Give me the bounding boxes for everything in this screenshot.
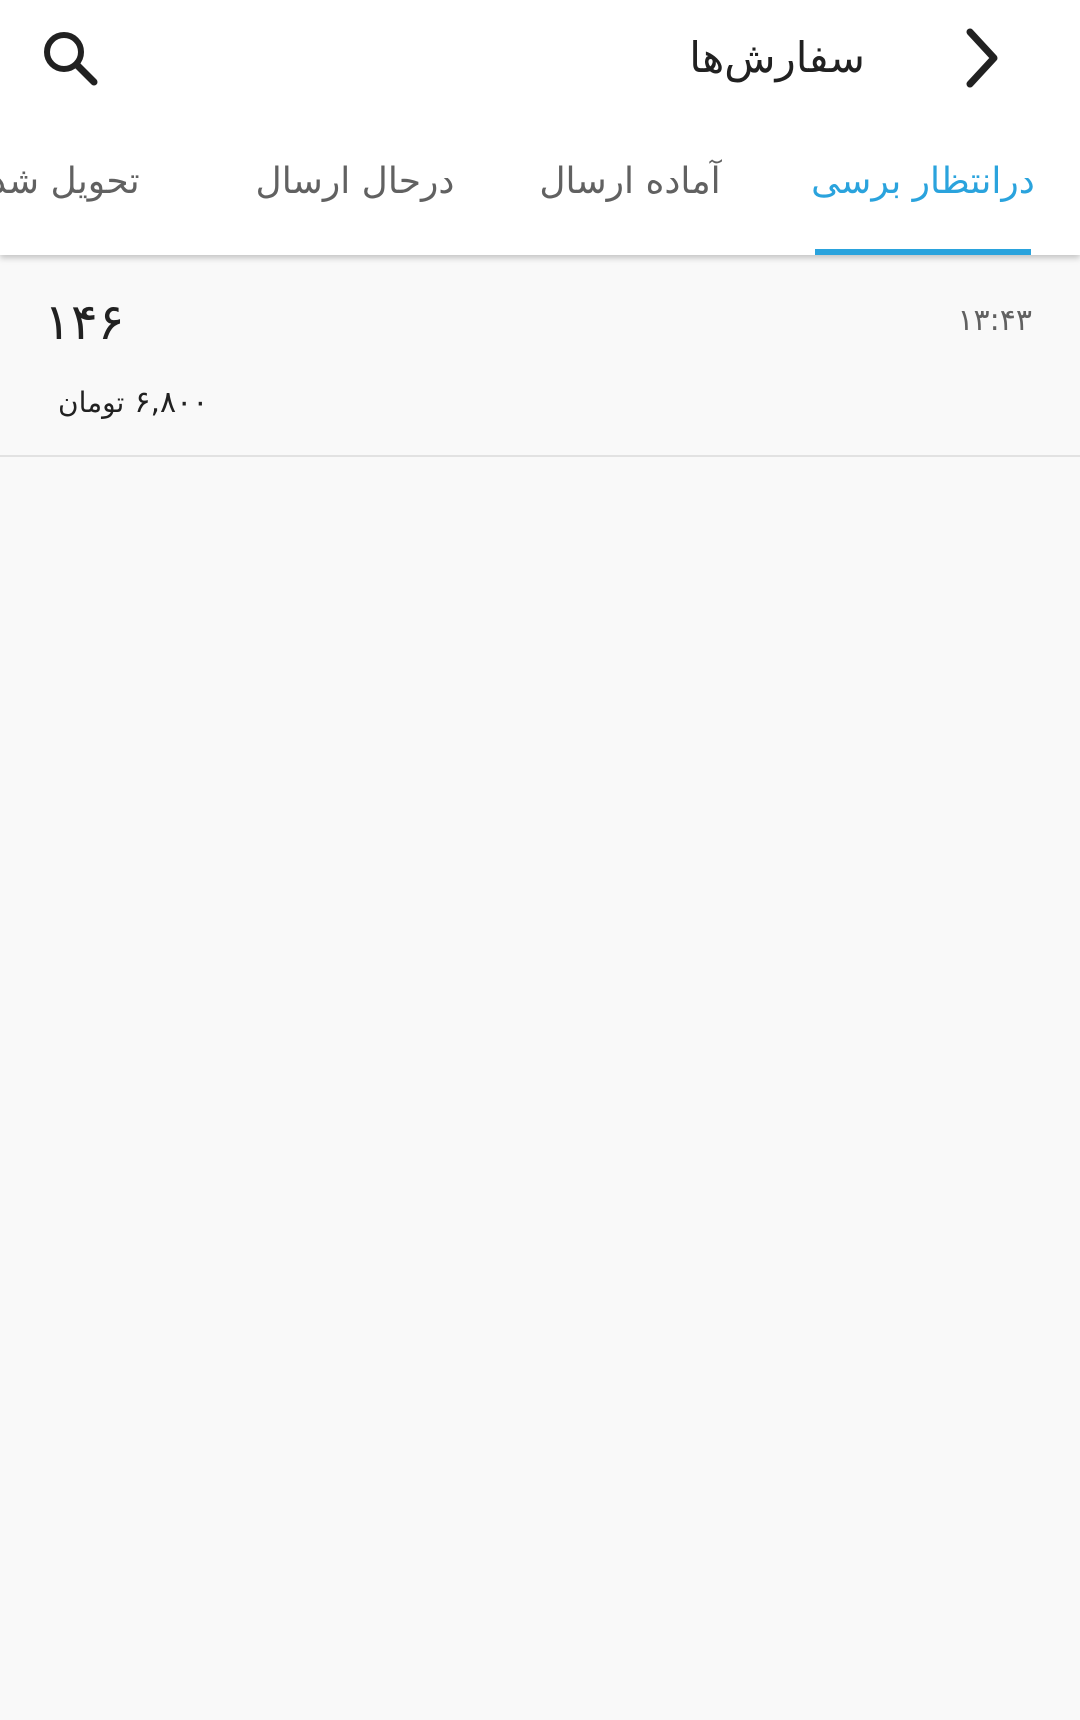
tab-label: درحال ارسال [255, 161, 455, 202]
order-number: ۱۴۶ [44, 293, 125, 351]
tab-bar: درانتظار برسی آماده ارسال درحال ارسال تح… [0, 130, 1080, 255]
order-price: ۶,۸۰۰ تومان [58, 385, 208, 420]
search-button[interactable] [30, 22, 110, 94]
order-amount: ۶,۸۰۰ [134, 385, 209, 420]
tab-label: تحویل شد [0, 161, 140, 202]
tab-ready-to-ship[interactable]: آماده ارسال [530, 130, 730, 255]
tab-pending-review[interactable]: درانتظار برسی [811, 130, 1035, 255]
tab-label: درانتظار برسی [811, 161, 1035, 202]
tab-active-indicator [815, 249, 1031, 255]
app-bar: سفارش‌ها درانتظار برسی آماده ارسال درحال… [0, 0, 1080, 255]
tab-shipping[interactable]: درحال ارسال [250, 130, 460, 255]
toolbar: سفارش‌ها [0, 0, 1080, 118]
order-currency: تومان [58, 386, 125, 419]
search-icon [44, 32, 98, 86]
page-title: سفارش‌ها [689, 33, 865, 82]
tab-label: آماده ارسال [539, 161, 721, 202]
back-button[interactable] [934, 22, 1030, 94]
tab-delivered[interactable]: تحویل شد [0, 130, 170, 255]
chevron-right-icon [966, 28, 998, 88]
order-time: ۱۳:۴۳ [957, 303, 1032, 338]
order-list-item[interactable]: ۱۴۶ ۱۳:۴۳ ۶,۸۰۰ تومان [0, 255, 1080, 457]
